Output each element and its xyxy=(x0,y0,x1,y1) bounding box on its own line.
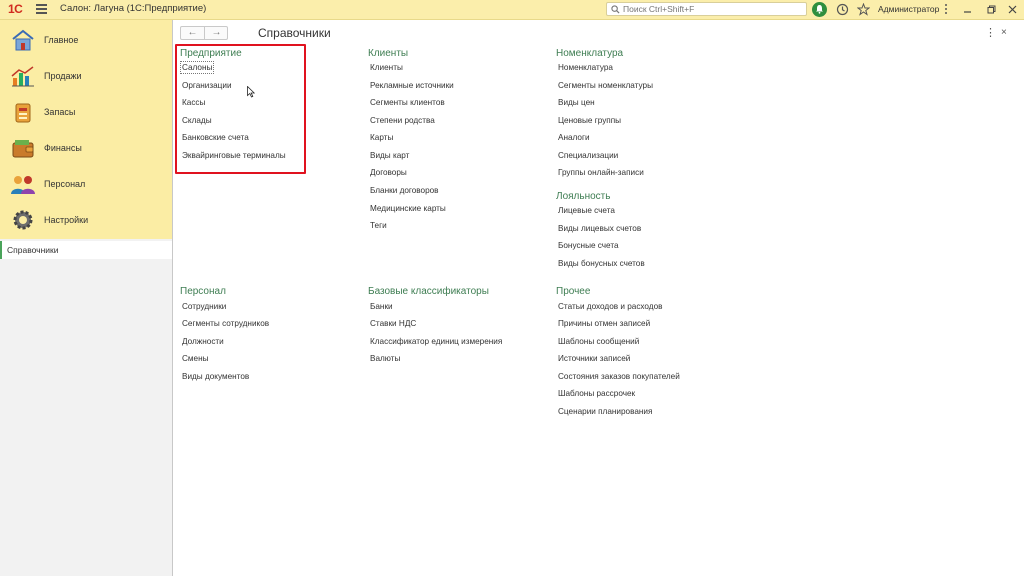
link-income-expense-items[interactable]: Статьи доходов и расходов xyxy=(558,302,662,311)
link-personal-accounts[interactable]: Лицевые счета xyxy=(558,206,615,215)
link-booking-sources[interactable]: Источники записей xyxy=(558,354,630,363)
home-icon xyxy=(12,29,34,51)
link-planning-scenarios[interactable]: Сценарии планирования xyxy=(558,407,652,416)
back-arrow-icon[interactable]: ← xyxy=(181,27,204,39)
link-nomenclature-segments[interactable]: Сегменты номенклатуры xyxy=(558,81,653,90)
link-shifts[interactable]: Смены xyxy=(182,354,209,363)
link-employees[interactable]: Сотрудники xyxy=(182,302,226,311)
link-order-states[interactable]: Состояния заказов покупателей xyxy=(558,372,680,381)
link-currencies[interactable]: Валюты xyxy=(370,354,400,363)
forward-arrow-icon[interactable]: → xyxy=(205,27,228,39)
mouse-cursor-icon xyxy=(247,86,255,98)
link-document-types[interactable]: Виды документов xyxy=(182,372,249,381)
sales-chart-icon xyxy=(11,66,34,87)
link-nomenclature[interactable]: Номенклатура xyxy=(558,63,613,72)
section-stock-label: Запасы xyxy=(44,107,76,117)
open-window-item[interactable]: Справочники xyxy=(0,241,172,259)
current-user[interactable]: Администратор xyxy=(878,4,939,14)
link-online-booking-groups[interactable]: Группы онлайн-записи xyxy=(558,168,644,177)
link-analogs[interactable]: Аналоги xyxy=(558,133,590,142)
people-icon xyxy=(11,176,35,194)
link-banks[interactable]: Банки xyxy=(370,302,393,311)
search-box[interactable] xyxy=(606,2,807,16)
section-sales-label: Продажи xyxy=(44,71,82,81)
section-finance[interactable]: Финансы xyxy=(0,131,172,167)
link-contract-forms[interactable]: Бланки договоров xyxy=(370,186,439,195)
link-bonus-accounts[interactable]: Бонусные счета xyxy=(558,241,619,250)
section-settings[interactable]: Настройки xyxy=(0,203,172,239)
group-title-loyalty: Лояльность xyxy=(556,191,611,202)
link-cancel-reasons[interactable]: Причины отмен записей xyxy=(558,319,650,328)
section-finance-label: Финансы xyxy=(44,143,82,153)
open-window-label: Справочники xyxy=(7,245,59,255)
link-client-segments[interactable]: Сегменты клиентов xyxy=(370,98,445,107)
link-message-templates[interactable]: Шаблоны сообщений xyxy=(558,337,639,346)
page-title: Справочники xyxy=(258,26,331,40)
section-sales[interactable]: Продажи xyxy=(0,59,172,95)
minimize-icon[interactable] xyxy=(963,5,972,14)
link-kinship-degrees[interactable]: Степени родства xyxy=(370,116,435,125)
link-price-groups[interactable]: Ценовые группы xyxy=(558,116,621,125)
section-settings-label: Настройки xyxy=(44,215,89,225)
group-title-clients: Клиенты xyxy=(368,48,409,59)
link-price-types[interactable]: Виды цен xyxy=(558,98,595,107)
page-more-icon[interactable]: ⋮ xyxy=(985,28,996,39)
window-title: Салон: Лагуна (1С:Предприятие) xyxy=(60,3,207,14)
link-specializations[interactable]: Специализации xyxy=(558,151,618,160)
app-logo[interactable]: 1С xyxy=(8,2,23,16)
link-vat-rates[interactable]: Ставки НДС xyxy=(370,319,416,328)
favorites-star-icon[interactable] xyxy=(857,3,870,16)
wallet-icon xyxy=(12,140,34,158)
search-icon xyxy=(611,5,620,14)
sections-panel: Главное Продажи Запасы Финансы Персонал … xyxy=(0,20,172,239)
link-ad-sources[interactable]: Рекламные источники xyxy=(370,81,454,90)
link-positions[interactable]: Должности xyxy=(182,337,224,346)
link-installment-templates[interactable]: Шаблоны рассрочек xyxy=(558,389,635,398)
nav-buttons: ← → xyxy=(180,26,228,40)
link-bonus-account-types[interactable]: Виды бонусных счетов xyxy=(558,259,645,268)
section-main-label: Главное xyxy=(44,35,79,45)
link-tags[interactable]: Теги xyxy=(370,221,387,230)
link-medical-cards[interactable]: Медицинские карты xyxy=(370,204,446,213)
section-main[interactable]: Главное xyxy=(0,23,172,59)
link-employee-segments[interactable]: Сегменты сотрудников xyxy=(182,319,269,328)
highlight-annotation-box xyxy=(175,44,306,174)
link-units-classifier[interactable]: Классификатор единиц измерения xyxy=(370,337,502,346)
notifications-icon[interactable] xyxy=(812,2,827,17)
restore-icon[interactable] xyxy=(987,5,996,14)
more-menu-icon[interactable] xyxy=(944,3,948,15)
search-input[interactable] xyxy=(623,3,803,15)
close-window-icon[interactable] xyxy=(1008,5,1017,14)
link-contracts[interactable]: Договоры xyxy=(370,168,407,177)
group-title-classifiers: Базовые классификаторы xyxy=(368,286,489,297)
section-stock[interactable]: Запасы xyxy=(0,95,172,131)
stock-box-icon xyxy=(15,103,31,123)
group-title-nomenclature: Номенклатура xyxy=(556,48,624,59)
group-title-personnel: Персонал xyxy=(180,286,226,297)
page-close-icon[interactable]: × xyxy=(1001,27,1007,38)
link-clients[interactable]: Клиенты xyxy=(370,63,403,72)
main-menu-icon[interactable] xyxy=(36,4,47,14)
link-personal-account-types[interactable]: Виды лицевых счетов xyxy=(558,224,641,233)
gear-icon xyxy=(13,210,33,230)
link-card-types[interactable]: Виды карт xyxy=(370,151,409,160)
link-cards[interactable]: Карты xyxy=(370,133,393,142)
group-title-other: Прочее xyxy=(556,286,591,297)
title-bar: 1С Салон: Лагуна (1С:Предприятие) Админи… xyxy=(0,0,1024,20)
sidebar: Главное Продажи Запасы Финансы Персонал … xyxy=(0,20,173,576)
section-personnel-label: Персонал xyxy=(44,179,86,189)
section-personnel[interactable]: Персонал xyxy=(0,167,172,203)
history-icon[interactable] xyxy=(836,3,849,16)
